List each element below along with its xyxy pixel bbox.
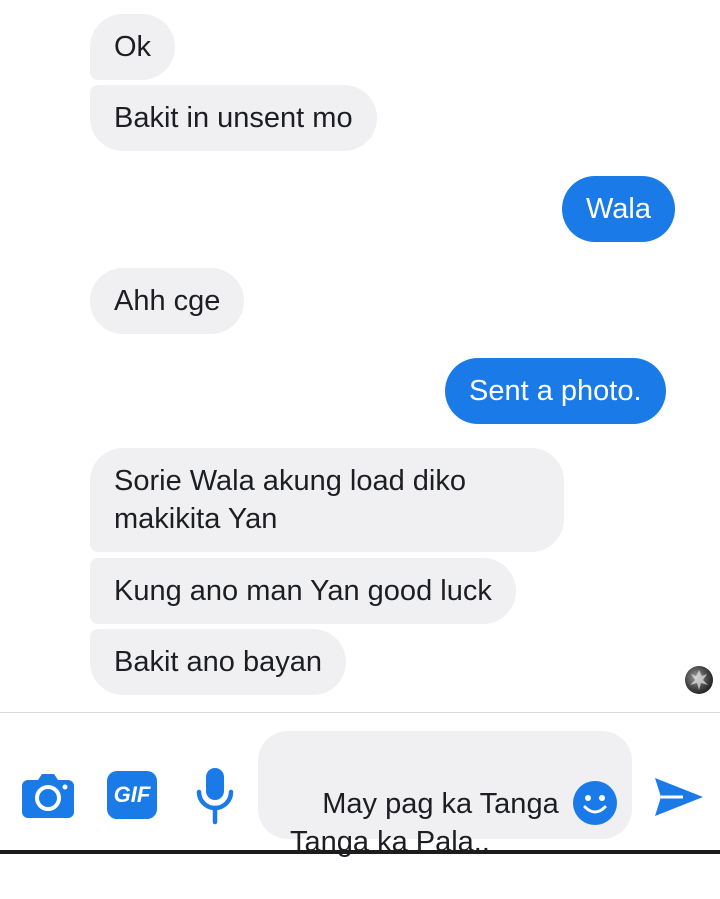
message-thread[interactable]: Ok Bakit in unsent mo Wala Ahh cge Sent …	[0, 0, 720, 712]
message-text: Sent a photo.	[469, 375, 642, 407]
send-icon[interactable]	[652, 773, 706, 821]
message-outgoing[interactable]: Wala	[562, 176, 675, 242]
message-input-text: May pag ka Tanga Tanga ka Pala..	[290, 788, 559, 858]
message-text: Sorie Wala akung load diko makikita Yan	[114, 465, 466, 535]
message-incoming[interactable]: Sorie Wala akung load diko makikita Yan	[90, 448, 564, 552]
message-text: Bakit ano bayan	[114, 646, 322, 678]
bottom-edge	[0, 850, 720, 854]
message-incoming[interactable]: Bakit in unsent mo	[90, 85, 377, 151]
microphone-icon[interactable]	[194, 765, 236, 827]
message-text: Ok	[114, 31, 152, 63]
message-incoming[interactable]: Ahh cge	[90, 268, 245, 334]
message-text: Kung ano man Yan good luck	[114, 575, 492, 607]
message-text: Bakit in unsent mo	[114, 102, 353, 134]
emoji-icon[interactable]	[572, 780, 618, 826]
gif-icon: GIF	[113, 782, 151, 807]
message-outgoing[interactable]: Sent a photo.	[445, 358, 666, 424]
message-composer: GIF May pag ka Tanga Tanga ka Pala..	[0, 712, 720, 858]
camera-icon[interactable]	[22, 771, 74, 819]
gif-button[interactable]: GIF	[107, 771, 157, 819]
message-text: Wala	[586, 193, 651, 225]
message-incoming[interactable]: Ok	[90, 14, 176, 80]
message-incoming[interactable]: Kung ano man Yan good luck	[90, 558, 516, 624]
seen-avatar	[685, 666, 713, 694]
message-incoming[interactable]: Bakit ano bayan	[90, 629, 346, 695]
message-text: Ahh cge	[114, 285, 221, 317]
